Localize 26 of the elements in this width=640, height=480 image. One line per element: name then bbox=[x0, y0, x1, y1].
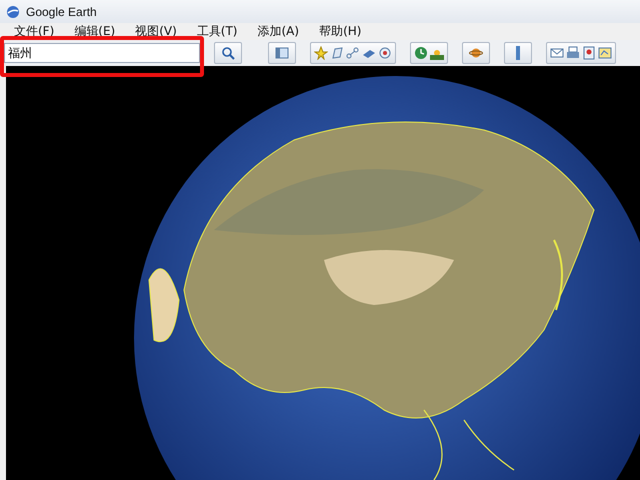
menu-item[interactable]: 视图(V) bbox=[125, 23, 187, 40]
search-icon bbox=[221, 46, 235, 60]
ruler-button[interactable] bbox=[504, 42, 532, 64]
window-title: Google Earth bbox=[26, 4, 97, 19]
polygon-icon bbox=[330, 46, 344, 60]
menu-item[interactable]: 添加(A) bbox=[248, 23, 310, 40]
pushpin-icon bbox=[314, 46, 328, 60]
path-icon bbox=[346, 46, 360, 60]
envelope-icon bbox=[550, 46, 564, 60]
share-tools-button[interactable] bbox=[546, 42, 616, 64]
panel-icon bbox=[275, 46, 289, 60]
menu-item[interactable]: 文件(F) bbox=[4, 23, 64, 40]
menu-item[interactable]: 编辑(E) bbox=[64, 23, 126, 40]
planet-icon bbox=[469, 46, 483, 60]
map-icon bbox=[598, 46, 612, 60]
menu-item[interactable]: 工具(T) bbox=[186, 23, 248, 40]
add-tools-button[interactable] bbox=[310, 42, 396, 64]
globe-logo-icon bbox=[6, 4, 20, 19]
sidebar-toggle-button[interactable] bbox=[268, 42, 296, 64]
menu-item[interactable]: 帮助(H) bbox=[309, 23, 372, 40]
printer-icon bbox=[566, 46, 580, 60]
search-button[interactable] bbox=[214, 42, 242, 64]
view-tools-button[interactable] bbox=[410, 42, 448, 64]
clock-icon bbox=[414, 46, 428, 60]
planet-button[interactable] bbox=[462, 42, 490, 64]
search-field[interactable]: 福州 bbox=[4, 43, 200, 64]
